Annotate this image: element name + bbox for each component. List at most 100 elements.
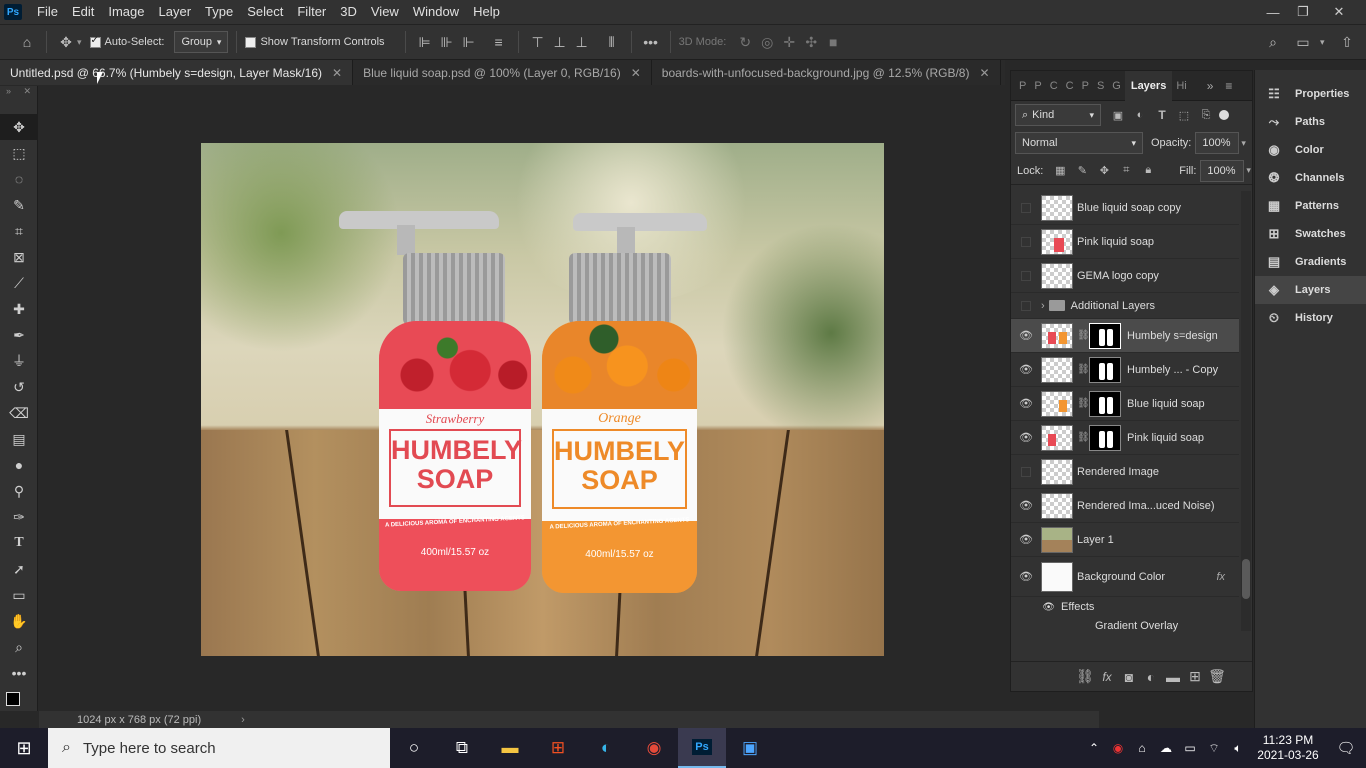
path-select-tool-icon[interactable]: ➚ <box>0 556 38 582</box>
menu-edit[interactable]: Edit <box>65 0 101 24</box>
visibility-toggle[interactable] <box>1011 466 1041 477</box>
dodge-tool-icon[interactable]: ⚲ <box>0 478 38 504</box>
restore-icon[interactable]: ❐ <box>1288 0 1318 24</box>
quick-select-tool-icon[interactable]: ✎ <box>0 192 38 218</box>
menu-help[interactable]: Help <box>466 0 507 24</box>
chevron-right-icon[interactable]: › <box>1041 300 1045 312</box>
blend-mode-dropdown[interactable]: Normal ▾ <box>1015 132 1143 154</box>
photos-icon[interactable]: ▣ <box>726 728 774 768</box>
gradient-tool-icon[interactable]: ▤ <box>0 426 38 452</box>
filter-shape-icon[interactable]: ⬚ <box>1173 104 1195 126</box>
tab-p2[interactable]: P <box>1030 80 1045 92</box>
chevron-up-icon[interactable]: ⌃ <box>1082 741 1106 755</box>
lock-artboard-icon[interactable]: ⌗ <box>1115 160 1137 182</box>
layer-row[interactable]: 👁︎ Layer 1 <box>1011 523 1239 557</box>
align-right-icon[interactable]: ⊩ <box>458 31 480 53</box>
filter-smart-icon[interactable]: ⎘ <box>1195 104 1217 126</box>
move-tool-icon[interactable]: ✥ <box>0 114 38 140</box>
more-options-icon[interactable]: ••• <box>640 31 662 53</box>
auto-select-checkbox[interactable] <box>89 35 101 48</box>
cloud-icon[interactable]: ☁ <box>1154 741 1178 755</box>
eye-icon[interactable]: 👁︎ <box>1011 397 1041 410</box>
add-style-icon[interactable]: fx <box>1096 666 1118 688</box>
close-icon[interactable]: ✕ <box>1324 0 1354 24</box>
new-group-icon[interactable]: ▬ <box>1162 666 1184 688</box>
collapse-icon[interactable]: » <box>6 86 11 98</box>
dock-channels[interactable]: ❂ Channels <box>1255 164 1366 192</box>
chevron-down-icon[interactable]: ▾ <box>1246 165 1251 176</box>
dock-patterns[interactable]: ▦ Patterns <box>1255 192 1366 220</box>
tab-p3[interactable]: P <box>1078 80 1093 92</box>
layer-row[interactable]: 👁︎ Rendered Ima...uced Noise) <box>1011 489 1239 523</box>
close-icon[interactable]: ✕ <box>631 66 641 80</box>
move-tool-icon[interactable]: ✥ <box>55 31 77 53</box>
chevron-down-icon[interactable]: ▾ <box>77 37 82 48</box>
dock-paths[interactable]: ⤳ Paths <box>1255 108 1366 136</box>
frame-tool-icon[interactable]: ⊠ <box>0 244 38 270</box>
new-layer-icon[interactable]: ⊞ <box>1184 666 1206 688</box>
clock[interactable]: 11:23 PM 2021-03-26 <box>1250 733 1326 763</box>
layer-row[interactable]: GEMA logo copy <box>1011 259 1239 293</box>
visibility-toggle[interactable] <box>1011 300 1041 311</box>
zoom-tool-icon[interactable]: ⌕ <box>0 634 38 660</box>
menu-window[interactable]: Window <box>406 0 466 24</box>
photoshop-taskbar-icon[interactable]: Ps <box>678 728 726 768</box>
layer-row[interactable]: Pink liquid soap <box>1011 225 1239 259</box>
eye-icon[interactable]: 👁︎ <box>1011 499 1041 512</box>
taskbar-search[interactable]: ⌕ Type here to search <box>48 728 390 768</box>
filter-type-icon[interactable]: T <box>1151 104 1173 126</box>
tab-boards-background[interactable]: boards-with-unfocused-background.jpg @ 1… <box>652 60 1001 85</box>
align-middle-icon[interactable]: ⊥ <box>549 31 571 53</box>
eye-icon[interactable]: 👁︎ <box>1011 329 1041 342</box>
tab-untitled[interactable]: Untitled.psd @ 66.7% (Humbely s=design, … <box>0 60 354 85</box>
lock-transparent-icon[interactable]: ▦ <box>1049 160 1071 182</box>
notifications-icon[interactable]: 🗨︎ <box>1326 739 1366 757</box>
fill-input[interactable]: 100% <box>1200 159 1245 182</box>
auto-select-dropdown[interactable]: Group ▾ <box>174 31 229 53</box>
chevron-down-icon[interactable]: ▾ <box>1241 138 1246 149</box>
lock-all-icon[interactable]: 🔒︎ <box>1137 160 1159 182</box>
link-icon[interactable]: ⛓︎ <box>1077 432 1090 443</box>
minimize-icon[interactable]: — <box>1258 0 1288 24</box>
visibility-toggle[interactable] <box>1011 202 1041 213</box>
battery-icon[interactable]: ▭ <box>1178 741 1202 755</box>
foreground-color-swatch[interactable] <box>6 692 20 706</box>
healing-brush-tool-icon[interactable]: ✚ <box>0 296 38 322</box>
close-icon[interactable]: ✕ <box>332 66 342 80</box>
show-transform-checkbox[interactable] <box>245 36 257 48</box>
scrollbar-thumb[interactable] <box>1242 559 1250 599</box>
visibility-toggle[interactable] <box>1011 270 1041 281</box>
tab-s[interactable]: S <box>1093 80 1108 92</box>
camera-icon[interactable]: ⌂ <box>1130 741 1154 755</box>
eraser-tool-icon[interactable]: ⌫ <box>0 400 38 426</box>
fx-icon[interactable]: fx <box>1216 571 1225 583</box>
tab-layers[interactable]: Layers <box>1124 70 1173 101</box>
filter-pixel-icon[interactable]: ▣ <box>1107 104 1129 126</box>
expand-icon[interactable]: » <box>1207 79 1214 93</box>
layer-row[interactable]: Blue liquid soap copy <box>1011 191 1239 225</box>
tab-c1[interactable]: C <box>1046 80 1062 92</box>
lock-position-icon[interactable]: ✥ <box>1093 160 1115 182</box>
record-icon[interactable]: ◉ <box>1106 741 1130 755</box>
workspace-icon[interactable]: ▭ <box>1292 31 1314 53</box>
layer-group-row[interactable]: › Additional Layers <box>1011 293 1239 319</box>
menu-3d[interactable]: 3D <box>333 0 364 24</box>
layer-row[interactable]: 👁︎ ⛓︎ Humbely ... - Copy <box>1011 353 1239 387</box>
link-icon[interactable]: ⛓︎ <box>1077 364 1090 375</box>
chevron-right-icon[interactable]: › <box>241 714 245 726</box>
eyedropper-tool-icon[interactable]: ⟋ <box>0 270 38 296</box>
eye-icon[interactable]: 👁︎ <box>1011 570 1041 583</box>
marquee-tool-icon[interactable]: ⬚ <box>0 140 38 166</box>
dock-properties[interactable]: ☷ Properties <box>1255 80 1366 108</box>
brush-tool-icon[interactable]: ✒ <box>0 322 38 348</box>
menu-file[interactable]: File <box>30 0 65 24</box>
windows-start-icon[interactable]: ⊞ <box>0 728 48 768</box>
blur-tool-icon[interactable]: ● <box>0 452 38 478</box>
chrome-icon[interactable]: ◉ <box>630 728 678 768</box>
share-icon[interactable]: ⇧ <box>1336 31 1358 53</box>
crop-tool-icon[interactable]: ⌗ <box>0 218 38 244</box>
search-icon[interactable]: ⌕ <box>1262 31 1284 53</box>
eye-icon[interactable]: 👁︎ <box>1011 602 1061 613</box>
layer-mask-thumbnail[interactable] <box>1089 356 1121 383</box>
layer-mask-thumbnail[interactable] <box>1089 322 1121 349</box>
